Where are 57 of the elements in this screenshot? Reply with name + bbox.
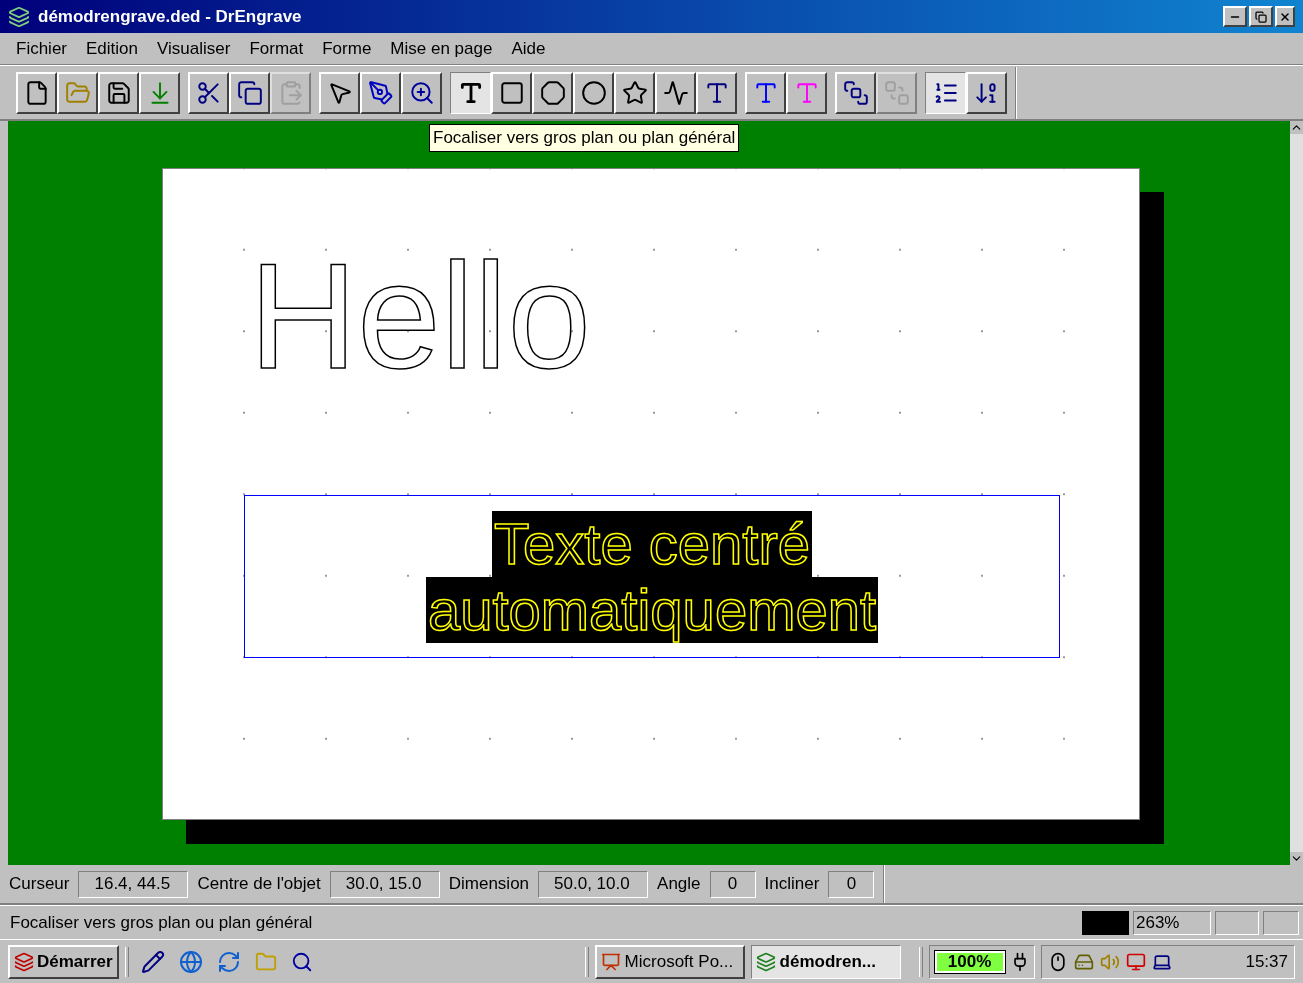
coordinate-label: Dimension — [448, 873, 530, 896]
restore-icon — [1255, 10, 1267, 23]
coordinate-label: Curseur — [9, 873, 70, 896]
zoom-level: 263% — [1133, 910, 1211, 935]
search-icon[interactable] — [290, 950, 313, 973]
close-button[interactable] — [1275, 6, 1295, 27]
status-message: Focaliser vers gros plan ou plan général — [10, 911, 314, 934]
menu-item[interactable]: Edition — [86, 35, 138, 62]
coordinate-value: 30.0, 15.0 — [329, 870, 440, 898]
taskbar-button[interactable]: Microsoft Po... — [594, 944, 745, 979]
text-frame[interactable]: Texte centré automatiquement — [244, 495, 1060, 658]
magnifier-icon — [408, 79, 435, 106]
coordinate-label: Angle — [657, 873, 701, 896]
menu-item[interactable]: Visualiser — [157, 35, 231, 62]
star-icon — [621, 79, 648, 106]
menu-item[interactable]: Aide — [511, 35, 546, 62]
menu-item[interactable]: Fichier — [16, 35, 67, 62]
sync-icon[interactable] — [216, 949, 241, 974]
globe-icon[interactable] — [178, 949, 203, 974]
monitor-icon[interactable] — [1125, 951, 1146, 972]
menu-item[interactable]: Forme — [322, 35, 372, 62]
scroll-down-icon[interactable] — [1290, 852, 1303, 865]
clock: 15:37 — [1245, 950, 1288, 973]
status-pane — [1215, 910, 1259, 935]
taskbar-button[interactable]: démodren... — [750, 944, 901, 979]
bring-to-front-icon — [842, 79, 869, 106]
pencil-icon[interactable] — [140, 949, 165, 974]
send-to-back-icon — [883, 79, 910, 106]
tooltip: Focaliser vers gros plan ou plan général — [429, 124, 740, 152]
window-title: démodrengrave.ded - DrEngrave — [38, 5, 302, 28]
copy-icon — [236, 79, 263, 106]
coordinate-value: 0 — [709, 870, 756, 898]
start-button[interactable]: Démarrer — [8, 944, 119, 979]
app-icon — [8, 5, 30, 28]
minimize-button[interactable] — [1223, 6, 1247, 27]
ellipse-icon — [580, 79, 607, 106]
menu-item[interactable]: Mise en page — [390, 35, 493, 62]
app-icon — [755, 951, 776, 972]
restore-button[interactable] — [1249, 6, 1273, 27]
coordinate-value: 50.0, 10.0 — [538, 870, 649, 898]
battery-reading: 100% — [946, 950, 993, 973]
scroll-up-icon[interactable] — [1290, 121, 1303, 134]
folder-icon — [64, 79, 91, 106]
close-icon — [1279, 10, 1291, 23]
coordinate-value: 16.4, 44.5 — [78, 870, 189, 898]
polyline-icon — [662, 79, 689, 106]
scissors-icon — [195, 79, 222, 106]
status-pane — [1263, 910, 1299, 935]
coordinate-label: Centre de l'objet — [197, 873, 321, 896]
menu-item[interactable]: Format — [249, 35, 304, 62]
presentation-icon — [600, 951, 621, 972]
rectangle-icon — [498, 79, 525, 106]
toolbar-button[interactable] — [925, 71, 966, 114]
coordinate-value: 0 — [828, 870, 875, 898]
coordinate-label: Incliner — [764, 873, 820, 896]
toolbar-button[interactable] — [450, 71, 491, 114]
hello-outline-text: Hello — [249, 241, 591, 391]
